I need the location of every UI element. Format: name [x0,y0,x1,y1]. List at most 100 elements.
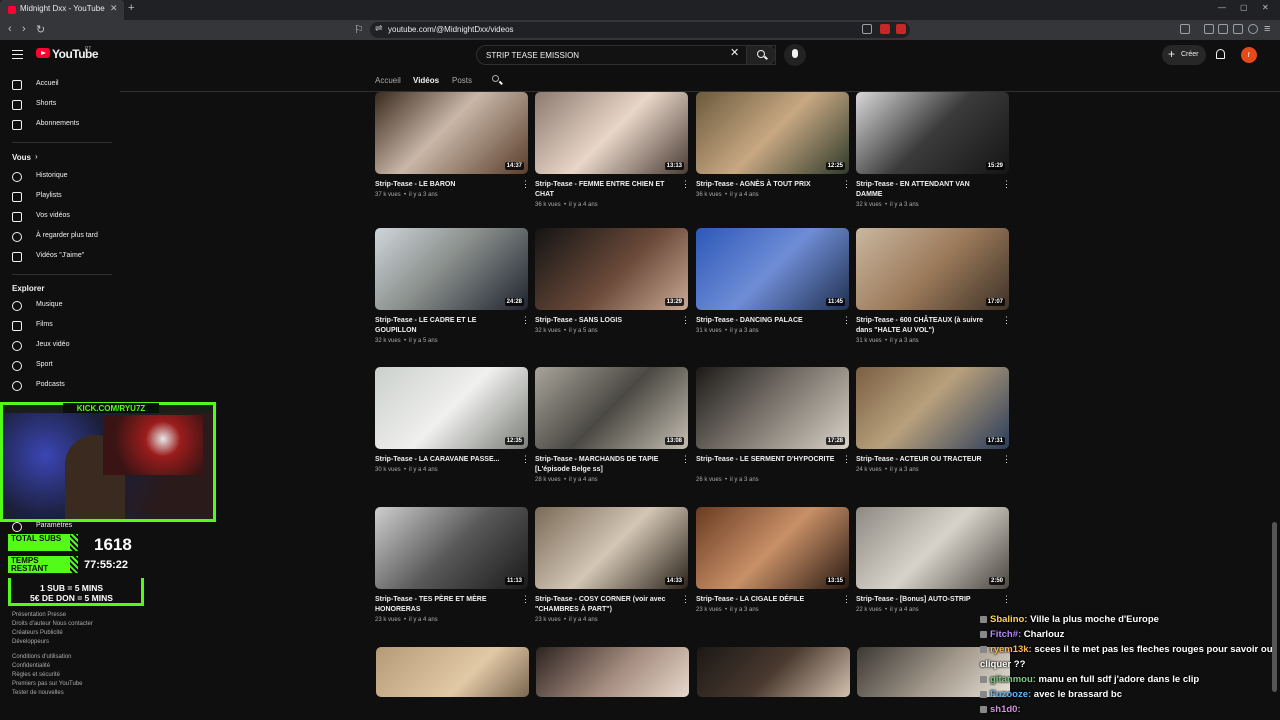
more-options-icon[interactable]: ⋮ [681,595,690,604]
browser-tab[interactable]: Midnight Dxx - YouTube ✕ [0,0,124,20]
screenshot-icon[interactable] [1180,24,1190,34]
sidebar-item-abonnements[interactable]: Abonnements [0,116,118,134]
video-thumbnail[interactable]: 17:07 [856,228,1009,310]
maximize-icon[interactable]: ▢ [1240,3,1248,12]
video-card[interactable]: 17:07 Strip-Tease - 600 CHÂTEAUX (à suivr… [856,228,1011,358]
url-field[interactable]: ⇌ youtube.com/@MidnightDxx/videos [370,22,910,38]
forward-icon[interactable]: › [22,23,26,35]
video-title[interactable]: Strip-Tease - TES PÈRE ET MÈRE HONORERAS [375,595,515,615]
video-title[interactable]: Strip-Tease - LE SERMENT D'HYPOCRITE [696,455,836,465]
search-button[interactable] [746,45,776,65]
video-thumbnail[interactable] [376,647,529,697]
video-card[interactable]: 13:08 Strip-Tease - MARCHANDS DE TAPIE [L… [535,367,690,497]
video-title[interactable]: Strip-Tease - LE BARON [375,180,515,190]
avatar[interactable]: r [1241,47,1257,63]
video-title[interactable]: Strip-Tease - SANS LOGIS [535,316,675,326]
video-title[interactable]: Strip-Tease - EN ATTENDANT VAN DAMME [856,180,996,200]
video-card[interactable]: 17:31 Strip-Tease - ACTEUR OU TRACTEUR 24 … [856,367,1011,497]
browser-menu-icon[interactable]: ≡ [1264,23,1270,35]
footer-link[interactable]: Créateurs Publicité [12,630,63,636]
new-tab-icon[interactable]: + [128,2,134,14]
tab-posts[interactable]: Posts [452,76,472,85]
video-card[interactable]: 15:29 Strip-Tease - EN ATTENDANT VAN DAMM… [856,92,1011,222]
bookmark-icon[interactable]: ⚐ [354,23,364,36]
sidebar-item-jeux-video[interactable]: Jeux vidéo [0,337,118,355]
video-card[interactable]: 17:28 Strip-Tease - LE SERMENT D'HYPOCRIT… [696,367,851,497]
minimize-icon[interactable]: — [1218,3,1226,12]
footer-link[interactable]: Présentation Presse [12,612,66,618]
reload-icon[interactable]: ↻ [36,23,45,36]
hamburger-menu-icon[interactable] [12,50,23,59]
video-title[interactable]: Strip-Tease - COSY CORNER (voir avec "CH… [535,595,675,615]
more-options-icon[interactable]: ⋮ [1002,595,1011,604]
clear-search-icon[interactable]: ✕ [730,46,739,59]
more-options-icon[interactable]: ⋮ [842,595,851,604]
sidebar-item-shorts[interactable]: Shorts [0,96,118,114]
more-options-icon[interactable]: ⋮ [681,180,690,189]
tab-videos[interactable]: Vidéos [413,76,439,85]
video-card[interactable]: 13:29 Strip-Tease - SANS LOGIS 32 k vues • i… [535,228,690,358]
back-icon[interactable]: ‹ [8,23,12,35]
more-options-icon[interactable]: ⋮ [842,316,851,325]
video-thumbnail[interactable]: 14:37 [375,92,528,174]
sidebar-item-accueil[interactable]: Accueil [0,76,118,94]
video-card[interactable]: 14:37 Strip-Tease - LE BARON 37 k vues • il … [375,92,530,222]
more-options-icon[interactable]: ⋮ [681,455,690,464]
more-options-icon[interactable]: ⋮ [842,455,851,464]
video-card[interactable]: 13:15 Strip-Tease - LA CIGALE DÉFILE 23 k … [696,507,851,637]
extension-badge-icon[interactable] [896,24,906,34]
video-thumbnail[interactable]: 13:13 [535,92,688,174]
video-title[interactable]: Strip-Tease - LE CADRE ET LE GOUPILLON [375,316,515,336]
video-thumbnail[interactable]: 11:45 [696,228,849,310]
video-card[interactable]: 13:13 Strip-Tease - FEMME ENTRE CHIEN ET … [535,92,690,222]
video-title[interactable]: Strip-Tease - [Bonus] AUTO-STRIP [856,595,996,605]
video-title[interactable]: Strip-Tease - LA CARAVANE PASSE... [375,455,515,465]
page-scrollbar[interactable] [1272,92,1278,720]
sidebar-item-liked-videos[interactable]: Vidéos "J'aime" [0,248,118,266]
create-button[interactable]: + Créer [1162,45,1206,65]
video-thumbnail[interactable]: 14:33 [535,507,688,589]
footer-link[interactable]: Premiers pas sur YouTube [12,681,82,687]
more-options-icon[interactable]: ⋮ [521,595,530,604]
video-thumbnail[interactable]: 12:35 [375,367,528,449]
video-thumbnail[interactable]: 13:15 [696,507,849,589]
video-title[interactable]: Strip-Tease - ACTEUR OU TRACTEUR [856,455,996,465]
sidebar-item-sport[interactable]: Sport [0,357,118,375]
sidebar-item-films[interactable]: Films [0,317,118,335]
video-card[interactable]: 14:33 Strip-Tease - COSY CORNER (voir ave… [535,507,690,637]
extension-shield-icon[interactable] [880,24,890,34]
sidebar-heading-vous[interactable]: Vous [12,153,31,162]
more-options-icon[interactable]: ⋮ [681,316,690,325]
video-thumbnail[interactable]: 24:28 [375,228,528,310]
cast-icon[interactable] [862,24,872,34]
video-title[interactable]: Strip-Tease - AGNÈS À TOUT PRIX [696,180,836,190]
video-title[interactable]: Strip-Tease - MARCHANDS DE TAPIE [L'épis… [535,455,675,475]
video-thumbnail[interactable]: 17:31 [856,367,1009,449]
sidebar-icon[interactable] [1204,24,1214,34]
tab-accueil[interactable]: Accueil [375,76,401,85]
sidebar-item-playlists[interactable]: Playlists [0,188,118,206]
more-options-icon[interactable]: ⋮ [1002,316,1011,325]
extensions-icon[interactable] [1233,24,1243,34]
video-title[interactable]: Strip-Tease - FEMME ENTRE CHIEN ET CHAT [535,180,675,200]
sidebar-item-watch-later[interactable]: À regarder plus tard [0,228,118,246]
more-options-icon[interactable]: ⋮ [521,455,530,464]
video-title[interactable]: Strip-Tease - 600 CHÂTEAUX (à suivre dan… [856,316,996,336]
video-thumbnail[interactable]: 2:50 [856,507,1009,589]
more-options-icon[interactable]: ⋮ [521,316,530,325]
sidebar-item-historique[interactable]: Historique [0,168,118,186]
tab-search-icon[interactable] [1218,24,1228,34]
video-thumbnail[interactable]: 11:13 [375,507,528,589]
video-thumbnail[interactable]: 13:08 [535,367,688,449]
footer-link[interactable]: Droits d'auteur Nous contacter [12,621,93,627]
sidebar-item-vos-videos[interactable]: Vos vidéos [0,208,118,226]
video-title[interactable]: Strip-Tease - DANCING PALACE [696,316,836,326]
video-thumbnail[interactable] [697,647,850,697]
more-options-icon[interactable]: ⋮ [842,180,851,189]
site-info-icon[interactable]: ⇌ [375,23,383,34]
video-thumbnail[interactable]: 12:25 [696,92,849,174]
video-card[interactable]: 11:13 Strip-Tease - TES PÈRE ET MÈRE HONO… [375,507,530,637]
footer-link[interactable]: Règles et sécurité [12,672,60,678]
video-card[interactable]: 12:35 Strip-Tease - LA CARAVANE PASSE... 3… [375,367,530,497]
youtube-logo-icon[interactable] [36,48,50,58]
